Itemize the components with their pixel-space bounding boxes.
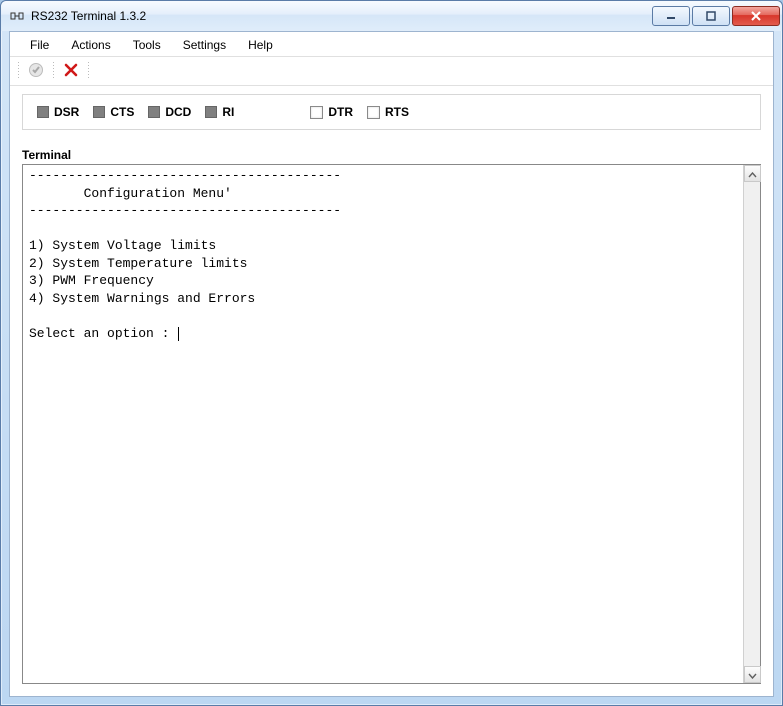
maximize-button[interactable] bbox=[692, 6, 730, 26]
connect-button[interactable] bbox=[25, 60, 47, 82]
toolbar-separator-2 bbox=[88, 62, 89, 80]
toolbar-grip bbox=[18, 62, 19, 80]
chevron-up-icon bbox=[748, 167, 757, 181]
signal-panel: DSR CTS DCD RI DTR bbox=[22, 94, 761, 130]
body-area: DSR CTS DCD RI DTR bbox=[10, 86, 773, 696]
toolbar bbox=[10, 57, 773, 86]
menu-help[interactable]: Help bbox=[238, 36, 283, 54]
checkbox-icon bbox=[310, 106, 323, 119]
terminal-frame: ----------------------------------------… bbox=[22, 164, 761, 684]
minimize-button[interactable] bbox=[652, 6, 690, 26]
close-button[interactable] bbox=[732, 6, 780, 26]
indicator-icon bbox=[205, 106, 217, 118]
app-icon bbox=[9, 8, 25, 24]
indicator-icon bbox=[93, 106, 105, 118]
signal-cts: CTS bbox=[93, 105, 134, 119]
checkbox-icon bbox=[367, 106, 380, 119]
signal-dsr: DSR bbox=[37, 105, 79, 119]
x-icon bbox=[64, 63, 78, 80]
indicator-icon bbox=[37, 106, 49, 118]
menu-file[interactable]: File bbox=[20, 36, 59, 54]
window-title: RS232 Terminal 1.3.2 bbox=[31, 9, 146, 23]
menu-settings[interactable]: Settings bbox=[173, 36, 236, 54]
chevron-down-icon bbox=[748, 668, 757, 682]
scroll-up-button[interactable] bbox=[744, 165, 761, 182]
signal-label: DSR bbox=[54, 105, 79, 119]
toolbar-separator bbox=[53, 62, 54, 80]
checkbox-label: DTR bbox=[328, 105, 353, 119]
signal-dcd: DCD bbox=[148, 105, 191, 119]
signal-label: CTS bbox=[110, 105, 134, 119]
indicator-icon bbox=[148, 106, 160, 118]
menu-actions[interactable]: Actions bbox=[61, 36, 120, 54]
signal-label: DCD bbox=[165, 105, 191, 119]
check-icon bbox=[28, 62, 44, 81]
text-cursor-icon bbox=[178, 327, 179, 341]
scrollbar-vertical[interactable] bbox=[743, 165, 760, 683]
app-window: RS232 Terminal 1.3.2 File Actions Tools … bbox=[0, 0, 783, 706]
signal-ri: RI bbox=[205, 105, 234, 119]
client-area: File Actions Tools Settings Help bbox=[9, 31, 774, 697]
terminal-output[interactable]: ----------------------------------------… bbox=[23, 165, 743, 683]
menu-tools[interactable]: Tools bbox=[123, 36, 171, 54]
scroll-down-button[interactable] bbox=[744, 666, 761, 683]
terminal-text: ----------------------------------------… bbox=[29, 168, 341, 341]
terminal-label: Terminal bbox=[22, 148, 761, 162]
titlebar[interactable]: RS232 Terminal 1.3.2 bbox=[1, 1, 782, 31]
terminal-group: Terminal -------------------------------… bbox=[22, 148, 761, 684]
menubar: File Actions Tools Settings Help bbox=[10, 32, 773, 57]
checkbox-dtr[interactable]: DTR bbox=[310, 105, 353, 119]
checkbox-label: RTS bbox=[385, 105, 409, 119]
window-controls bbox=[650, 6, 780, 26]
disconnect-button[interactable] bbox=[60, 60, 82, 82]
checkbox-rts[interactable]: RTS bbox=[367, 105, 409, 119]
signal-label: RI bbox=[222, 105, 234, 119]
